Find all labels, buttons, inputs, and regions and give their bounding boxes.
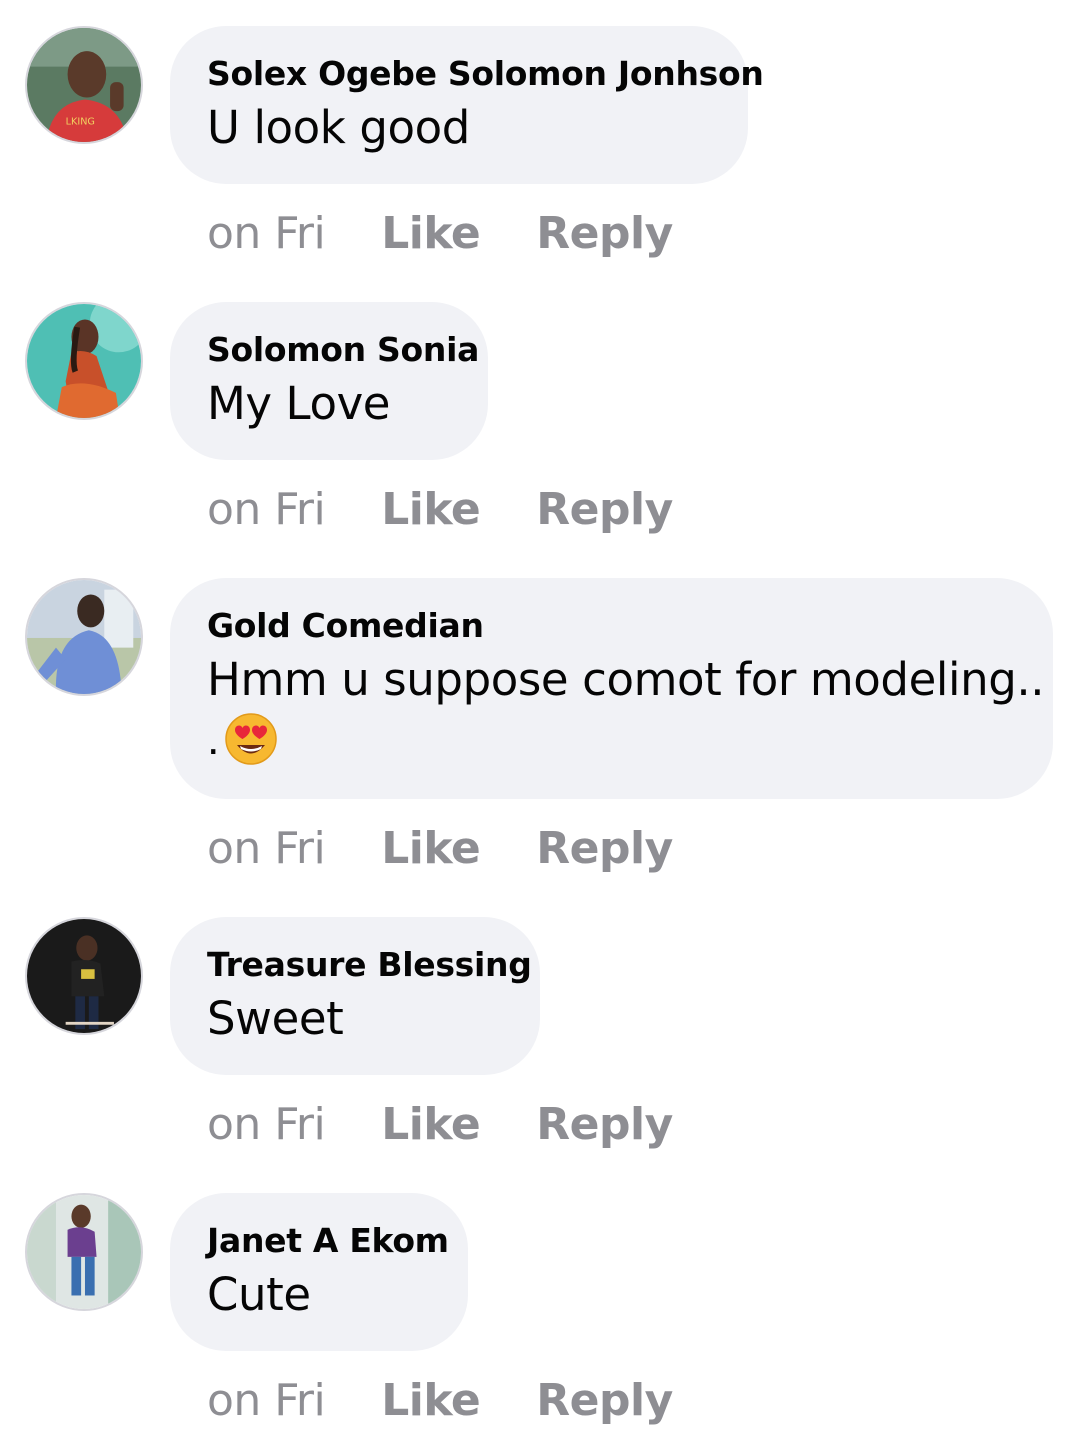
like-button[interactable]: Like (381, 208, 481, 259)
avatar[interactable] (25, 578, 143, 696)
comment-text: Cute (207, 1268, 311, 1321)
timestamp[interactable]: on Fri (207, 823, 326, 874)
comment-actions: on Fri Like Reply (207, 1099, 673, 1150)
reply-button[interactable]: Reply (536, 823, 673, 874)
like-button[interactable]: Like (381, 484, 481, 535)
avatar[interactable]: LKING (25, 26, 143, 144)
comment-bubble[interactable]: Solex Ogebe Solomon Jonhson U look good (170, 26, 764, 184)
reply-button[interactable]: Reply (536, 1375, 673, 1426)
reply-button[interactable]: Reply (536, 1099, 673, 1150)
comment-text-continuation: . (207, 710, 1015, 768)
comment-actions: on Fri Like Reply (207, 208, 673, 259)
timestamp[interactable]: on Fri (207, 1099, 326, 1150)
comment-bubble[interactable]: Solomon Sonia My Love (170, 302, 488, 460)
comment-bubble[interactable]: Treasure Blessing Sweet (170, 917, 540, 1075)
comment-actions: on Fri Like Reply (207, 484, 673, 535)
author-name[interactable]: Gold Comedian (207, 606, 1015, 646)
heart-eyes-emoji-icon (224, 713, 277, 765)
comment-actions: on Fri Like Reply (207, 823, 673, 874)
timestamp[interactable]: on Fri (207, 208, 326, 259)
author-name[interactable]: Solex Ogebe Solomon Jonhson (207, 54, 764, 94)
author-name[interactable]: Treasure Blessing (207, 945, 532, 985)
avatar[interactable] (25, 302, 143, 420)
avatar[interactable] (25, 1193, 143, 1311)
comment-bubble[interactable]: Gold Comedian Hmm u suppose comot for mo… (170, 578, 1053, 799)
profile-photo (27, 580, 141, 694)
reply-button[interactable]: Reply (536, 208, 673, 259)
profile-photo (27, 919, 141, 1033)
like-button[interactable]: Like (381, 823, 481, 874)
comment-text: Hmm u suppose comot for modeling.. (207, 653, 1045, 706)
reply-button[interactable]: Reply (536, 484, 673, 535)
comment-text: U look good (207, 101, 470, 154)
profile-photo (27, 304, 141, 418)
comment-text: My Love (207, 377, 391, 430)
timestamp[interactable]: on Fri (207, 1375, 326, 1426)
comment-bubble[interactable]: Janet A Ekom Cute (170, 1193, 468, 1351)
timestamp[interactable]: on Fri (207, 484, 326, 535)
like-button[interactable]: Like (381, 1375, 481, 1426)
author-name[interactable]: Janet A Ekom (207, 1221, 449, 1261)
svg-text:LKING: LKING (66, 117, 95, 128)
avatar[interactable] (25, 917, 143, 1035)
profile-photo (27, 1195, 141, 1309)
comment-text-dot: . (207, 713, 220, 764)
author-name[interactable]: Solomon Sonia (207, 330, 479, 370)
profile-photo: LKING (27, 28, 141, 142)
comment-actions: on Fri Like Reply (207, 1375, 673, 1426)
comment-text: Sweet (207, 992, 344, 1045)
like-button[interactable]: Like (381, 1099, 481, 1150)
